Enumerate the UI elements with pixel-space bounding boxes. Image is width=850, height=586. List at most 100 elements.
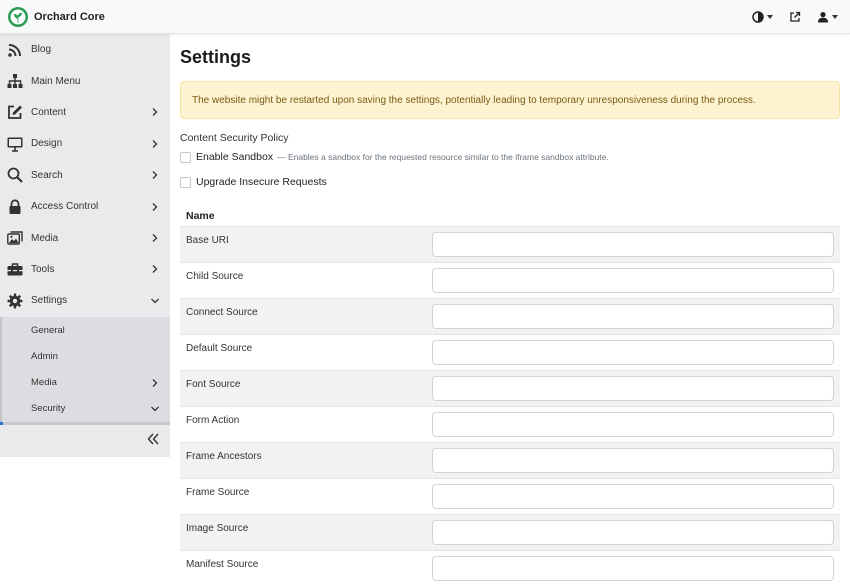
frame-source-input[interactable] [432, 484, 834, 509]
sidebar-item-search[interactable]: Search [0, 160, 170, 191]
chevron-right-icon [152, 234, 158, 242]
sidebar-subitem-label: Security [31, 403, 66, 415]
toolbox-icon [7, 263, 23, 276]
brand-name: Orchard Core [34, 10, 105, 23]
chevron-right-icon [152, 139, 158, 148]
chevron-down-icon [151, 406, 159, 411]
sidebar-item-access-control[interactable]: Access Control [0, 191, 170, 222]
row-label: Font Source [186, 379, 241, 390]
enable-sandbox-label[interactable]: Enable Sandbox [196, 151, 273, 163]
brand[interactable]: Orchard Core [8, 6, 105, 27]
enable-sandbox-hint: — Enables a sandbox for the requested re… [277, 152, 609, 162]
sidebar-subitem-general[interactable]: General [0, 317, 170, 344]
sidebar-item-label: Media [31, 232, 59, 244]
sitemap-icon [7, 74, 23, 89]
top-navbar: Orchard Core [0, 0, 850, 34]
sidebar-item-design[interactable]: Design [0, 128, 170, 159]
row-label: Frame Source [186, 487, 250, 498]
row-label: Image Source [186, 523, 249, 534]
gear-icon [7, 293, 23, 309]
sidebar-item-label: Tools [31, 263, 55, 275]
manifest-source-input[interactable] [432, 556, 834, 581]
sidebar-item-settings[interactable]: Settings [0, 285, 170, 316]
row-label: Manifest Source [186, 559, 259, 570]
section-label: Content Security Policy [180, 132, 289, 144]
sidebar-item-content[interactable]: Content [0, 97, 170, 128]
sidebar-subitem-label: Media [31, 377, 57, 389]
user-icon [818, 12, 828, 23]
chevron-down-icon [151, 298, 159, 304]
view-site-button[interactable] [789, 11, 801, 23]
sidebar-item-main-menu[interactable]: Main Menu [0, 65, 170, 96]
sidebar-item-label: Search [31, 169, 63, 181]
enable-sandbox-row: Enable Sandbox — Enables a sandbox for t… [180, 151, 609, 163]
sidebar-item-label: Content [31, 106, 67, 118]
row-label: Child Source [186, 271, 244, 282]
sidebar-footer [0, 423, 170, 457]
sidebar-item-label: Access Control [31, 201, 99, 213]
upgrade-insecure-row: Upgrade Insecure Requests [180, 176, 327, 188]
double-chevron-left-icon[interactable] [146, 432, 160, 446]
row-label: Base URI [186, 235, 229, 246]
table-header: Name [186, 209, 215, 222]
sidebar-item-label: Blog [31, 44, 52, 56]
sidebar-subitem-label: General [31, 324, 65, 336]
search-icon [7, 167, 23, 184]
row-label: Form Action [186, 415, 240, 426]
upgrade-insecure-label[interactable]: Upgrade Insecure Requests [196, 176, 327, 188]
monitor-icon [7, 137, 23, 152]
table-row: Form Action [180, 406, 840, 442]
csp-table: Name Base URI Child Source Connect Sourc… [180, 205, 840, 586]
sidebar-item-label: Settings [31, 295, 68, 307]
upgrade-insecure-checkbox[interactable] [180, 176, 191, 188]
sidebar-item-tools[interactable]: Tools [0, 254, 170, 285]
user-menu-button[interactable] [817, 11, 838, 23]
sidebar: Blog Main Menu Content Design Search Acc… [0, 34, 170, 457]
theme-toggle-button[interactable] [752, 11, 773, 23]
sidebar-item-label: Main Menu [31, 75, 81, 87]
alert-text: The website might be restarted upon savi… [192, 94, 756, 106]
lock-icon [9, 199, 21, 214]
chevron-right-icon [152, 108, 158, 117]
row-label: Frame Ancestors [186, 451, 262, 462]
chevron-right-icon [152, 171, 158, 180]
form-action-input[interactable] [432, 412, 834, 437]
sidebar-item-label: Design [31, 138, 63, 150]
frame-ancestors-input[interactable] [432, 448, 834, 473]
table-row: Image Source [180, 514, 840, 550]
chevron-down-icon [832, 15, 838, 19]
sidebar-subitem-media[interactable]: Media [0, 370, 170, 396]
sidebar-subitem-admin[interactable]: Admin [0, 344, 170, 370]
font-source-input[interactable] [432, 376, 834, 401]
images-icon [7, 231, 23, 245]
external-link-icon [790, 11, 801, 22]
table-row: Base URI [180, 226, 840, 262]
enable-sandbox-checkbox[interactable] [180, 151, 191, 163]
page-title: Settings [180, 47, 252, 67]
table-row: Manifest Source [180, 550, 840, 586]
orchard-logo-icon [8, 6, 28, 27]
sidebar-subitem-security[interactable]: Security [0, 396, 170, 422]
row-label: Connect Source [186, 307, 258, 318]
image-source-input[interactable] [432, 520, 834, 545]
sidebar-item-blog[interactable]: Blog [0, 34, 170, 65]
sidebar-item-media[interactable]: Media [0, 222, 170, 253]
chevron-right-icon [152, 378, 158, 387]
rss-icon [8, 43, 21, 57]
chevron-right-icon [152, 265, 158, 274]
table-row: Connect Source [180, 298, 840, 334]
child-source-input[interactable] [432, 268, 834, 293]
connect-source-input[interactable] [432, 304, 834, 329]
table-row: Child Source [180, 262, 840, 298]
settings-submenu: General Admin Media Security [0, 316, 170, 422]
table-row: Default Source [180, 334, 840, 370]
table-row: Frame Ancestors [180, 442, 840, 478]
warning-alert: The website might be restarted upon savi… [180, 81, 840, 119]
edit-icon [8, 105, 22, 120]
table-row: Font Source [180, 370, 840, 406]
base-uri-input[interactable] [432, 232, 834, 257]
theme-toggle-icon [752, 11, 764, 23]
default-source-input[interactable] [432, 340, 834, 365]
row-label: Default Source [186, 343, 253, 354]
chevron-right-icon [152, 202, 158, 211]
